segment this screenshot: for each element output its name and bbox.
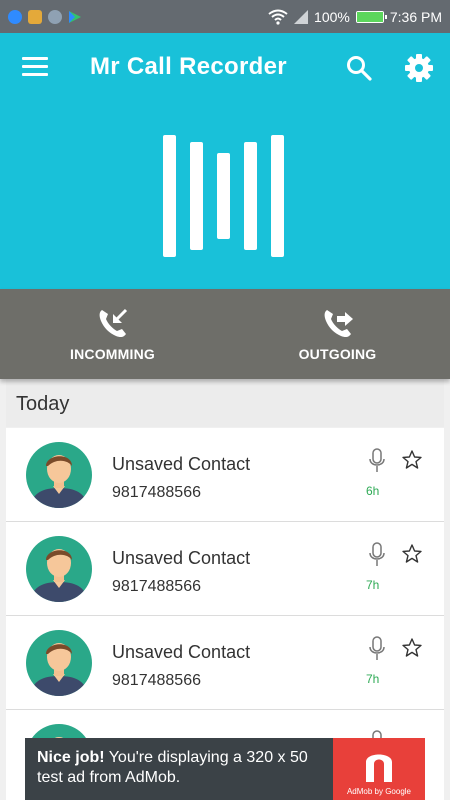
contact-number: 9817488566 — [112, 672, 201, 689]
play-store-icon — [69, 10, 81, 23]
call-age: 6h — [366, 484, 380, 498]
call-row[interactable]: Unsaved Contact 9817488566 7h — [6, 616, 444, 710]
tab-incoming-label: INCOMMING — [69, 346, 155, 362]
mic-icon — [369, 448, 385, 472]
wifi-icon — [268, 9, 288, 25]
ad-banner[interactable]: Nice job! You're displaying a 320 x 50 t… — [25, 738, 425, 800]
avatar — [26, 442, 92, 508]
star-icon[interactable] — [402, 544, 422, 564]
admob-logo: AdMob by Google — [333, 738, 425, 800]
battery-level — [356, 11, 383, 22]
signal-icon — [294, 9, 309, 24]
call-age: 7h — [366, 578, 380, 592]
battery-percent: 100% — [314, 8, 350, 25]
lock-icon — [48, 9, 62, 24]
star-icon[interactable] — [402, 450, 422, 470]
mic-icon — [369, 542, 385, 566]
contact-name: Unsaved Contact — [112, 454, 251, 474]
tab-outgoing-label: OUTGOING — [298, 346, 377, 362]
ad-text: Nice job! You're displaying a 320 x 50 t… — [37, 748, 337, 788]
status-bar: 100% 7:36 PM — [0, 0, 450, 33]
tab-incoming[interactable]: INCOMMING — [0, 289, 225, 379]
app-header: Mr Call Recorder — [0, 33, 450, 289]
ad-headline: Nice job! — [37, 749, 105, 766]
gear-icon[interactable] — [404, 53, 434, 83]
section-title: Today — [16, 393, 70, 415]
mic-icon — [369, 636, 385, 660]
contact-number: 9817488566 — [112, 484, 201, 501]
battery-icon — [355, 10, 387, 23]
notification-icon — [28, 9, 42, 24]
messenger-icon — [8, 9, 22, 24]
avatar — [26, 630, 92, 696]
contact-name: Unsaved Contact — [112, 642, 251, 662]
ad-brand: AdMob by Google — [346, 787, 412, 796]
call-row[interactable]: Unsaved Contact 9817488566 7h — [6, 522, 444, 616]
call-age: 7h — [366, 672, 380, 686]
app-title: Mr Call Recorder — [90, 53, 287, 80]
star-icon[interactable] — [402, 638, 422, 658]
app-logo — [163, 135, 284, 257]
clock: 7:36 PM — [389, 8, 442, 25]
avatar — [26, 536, 92, 602]
search-icon[interactable] — [346, 55, 372, 81]
section-header: Today — [6, 379, 444, 427]
menu-icon[interactable] — [22, 57, 48, 77]
contact-number: 9817488566 — [112, 578, 201, 595]
incoming-call-icon — [99, 308, 127, 338]
tab-outgoing[interactable]: OUTGOING — [225, 289, 450, 379]
call-row[interactable]: Unsaved Contact 9817488566 6h — [6, 428, 444, 522]
outgoing-call-icon — [324, 310, 353, 338]
call-type-tabs: INCOMMING OUTGOING — [0, 289, 450, 379]
contact-name: Unsaved Contact — [112, 548, 251, 568]
